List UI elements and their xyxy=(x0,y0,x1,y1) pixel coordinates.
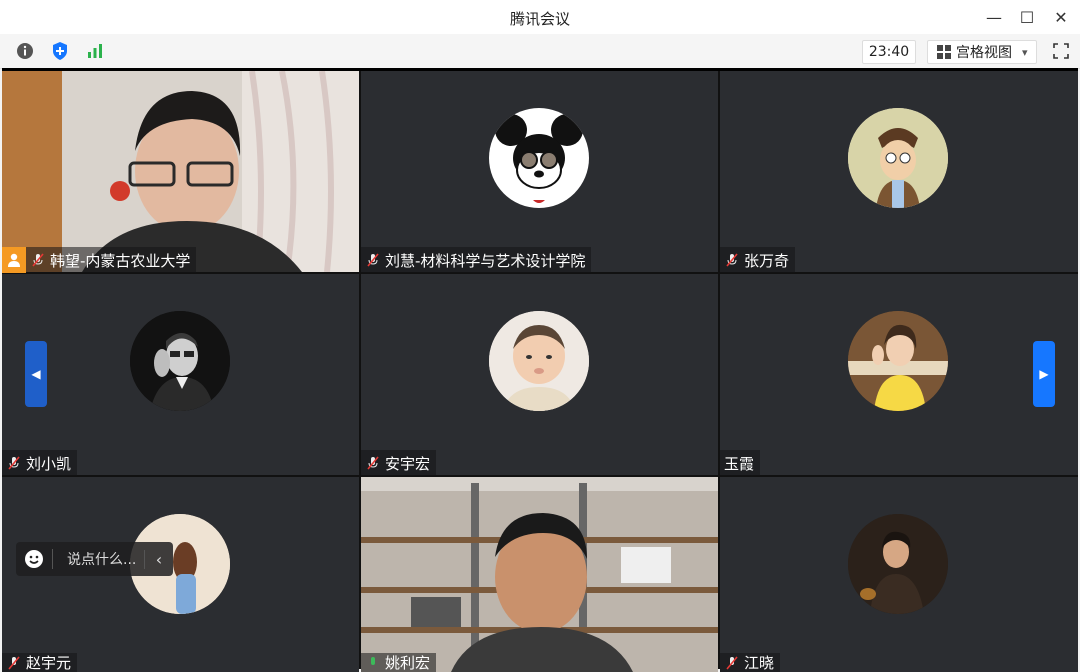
participant-name: 赵宇元 xyxy=(26,654,72,672)
bw-portrait-avatar xyxy=(130,311,230,411)
maximize-icon: ☐ xyxy=(1019,7,1035,27)
host-icon xyxy=(8,253,20,267)
camera-feed xyxy=(361,477,718,672)
meeting-toolbar: 23:40 宫格视图 ▾ xyxy=(0,34,1080,69)
woman-photo-avatar xyxy=(848,311,948,411)
participant-name: 刘小凯 xyxy=(26,454,72,473)
participant-name-tag: 刘小凯 xyxy=(2,450,78,476)
participant-name-tag: 安宇宏 xyxy=(361,450,437,476)
participant-name: 韩望-内蒙古农业大学 xyxy=(50,251,191,270)
mic-muted-icon xyxy=(26,247,50,273)
prev-page-button[interactable]: ◀ xyxy=(25,341,47,407)
signal-icon xyxy=(88,44,102,58)
collapse-chat-button[interactable]: ‹ xyxy=(144,549,173,569)
participant-name-tag: 姚利宏 xyxy=(361,653,437,672)
participant-name-tag: 江晓 xyxy=(720,653,781,672)
participant-name: 江晓 xyxy=(744,654,775,672)
video-tile[interactable] xyxy=(361,274,718,475)
mic-muted-icon xyxy=(361,247,385,273)
participant-name: 姚利宏 xyxy=(385,654,431,672)
avatar xyxy=(848,311,948,411)
view-mode-button[interactable]: 宫格视图 ▾ xyxy=(927,40,1037,64)
participant-name-tag: 韩望-内蒙古农业大学 xyxy=(2,247,197,273)
video-grid: 韩望-内蒙古农业大学 刘慧-材料科学与艺术设计学院 张万奇 刘小凯 安宇宏 玉霞… xyxy=(2,68,1078,672)
chevron-right-icon: ▶ xyxy=(1039,367,1049,381)
mic-icon xyxy=(361,653,385,672)
camera-feed xyxy=(2,71,359,272)
participant-name: 安宇宏 xyxy=(385,454,431,473)
chevron-down-icon: ▾ xyxy=(1022,45,1028,59)
chevron-left-icon: ‹ xyxy=(155,549,163,569)
fullscreen-button[interactable] xyxy=(1050,40,1072,62)
video-tile[interactable] xyxy=(361,71,718,272)
next-page-button[interactable]: ▶ xyxy=(1033,341,1055,407)
emoji-icon xyxy=(25,550,43,568)
network-status-button[interactable] xyxy=(84,40,106,62)
mic-muted-icon xyxy=(2,450,26,476)
fullscreen-icon xyxy=(1053,43,1069,59)
cartoon-character-avatar xyxy=(848,108,948,208)
avatar xyxy=(489,311,589,411)
participant-name-tag: 刘慧-材料科学与艺术设计学院 xyxy=(361,247,592,273)
emoji-button[interactable] xyxy=(16,549,53,569)
mic-muted-icon xyxy=(2,653,26,672)
view-mode-label: 宫格视图 xyxy=(956,45,1012,61)
participant-name-tag: 玉霞 xyxy=(720,450,761,476)
maximize-button[interactable]: ☐ xyxy=(1016,6,1038,28)
window-title: 腾讯会议 xyxy=(509,10,570,28)
video-tile[interactable] xyxy=(2,274,359,475)
mic-muted-icon xyxy=(720,247,744,273)
video-tile[interactable] xyxy=(720,274,1078,475)
video-tile[interactable] xyxy=(720,71,1078,272)
participant-name: 张万奇 xyxy=(744,251,790,270)
minimize-button[interactable]: — xyxy=(983,6,1005,28)
participant-name-tag: 赵宇元 xyxy=(2,653,78,672)
participant-name: 刘慧-材料科学与艺术设计学院 xyxy=(385,251,586,270)
avatar xyxy=(489,108,589,208)
close-button[interactable]: ✕ xyxy=(1050,6,1072,28)
mic-muted-icon xyxy=(361,450,385,476)
meeting-timer: 23:40 xyxy=(862,40,916,64)
host-badge xyxy=(2,247,26,273)
chevron-left-icon: ◀ xyxy=(31,367,41,381)
avatar xyxy=(848,108,948,208)
mic-muted-icon xyxy=(720,653,744,672)
mouse-cartoon-avatar xyxy=(495,114,583,203)
info-icon xyxy=(17,43,33,59)
chat-input[interactable]: 说点什么... xyxy=(53,549,144,569)
video-tile[interactable] xyxy=(720,477,1078,672)
title-bar: 腾讯会议 — ☐ ✕ xyxy=(0,0,1080,34)
avatar xyxy=(130,311,230,411)
baby-photo-avatar xyxy=(489,311,589,411)
chat-quick-bar[interactable]: 说点什么... ‹ xyxy=(16,542,173,576)
grid-view-icon xyxy=(937,45,951,59)
shield-icon xyxy=(53,42,67,60)
video-tile-active[interactable] xyxy=(361,477,718,672)
close-icon: ✕ xyxy=(1054,7,1068,27)
video-tile[interactable] xyxy=(2,71,359,272)
minimize-icon: — xyxy=(986,7,1002,27)
man-photo-avatar xyxy=(848,514,948,614)
avatar xyxy=(848,514,948,614)
participant-name-tag: 张万奇 xyxy=(720,247,796,273)
participant-name: 玉霞 xyxy=(724,454,755,473)
meeting-info-button[interactable] xyxy=(14,40,36,62)
security-button[interactable] xyxy=(49,40,71,62)
